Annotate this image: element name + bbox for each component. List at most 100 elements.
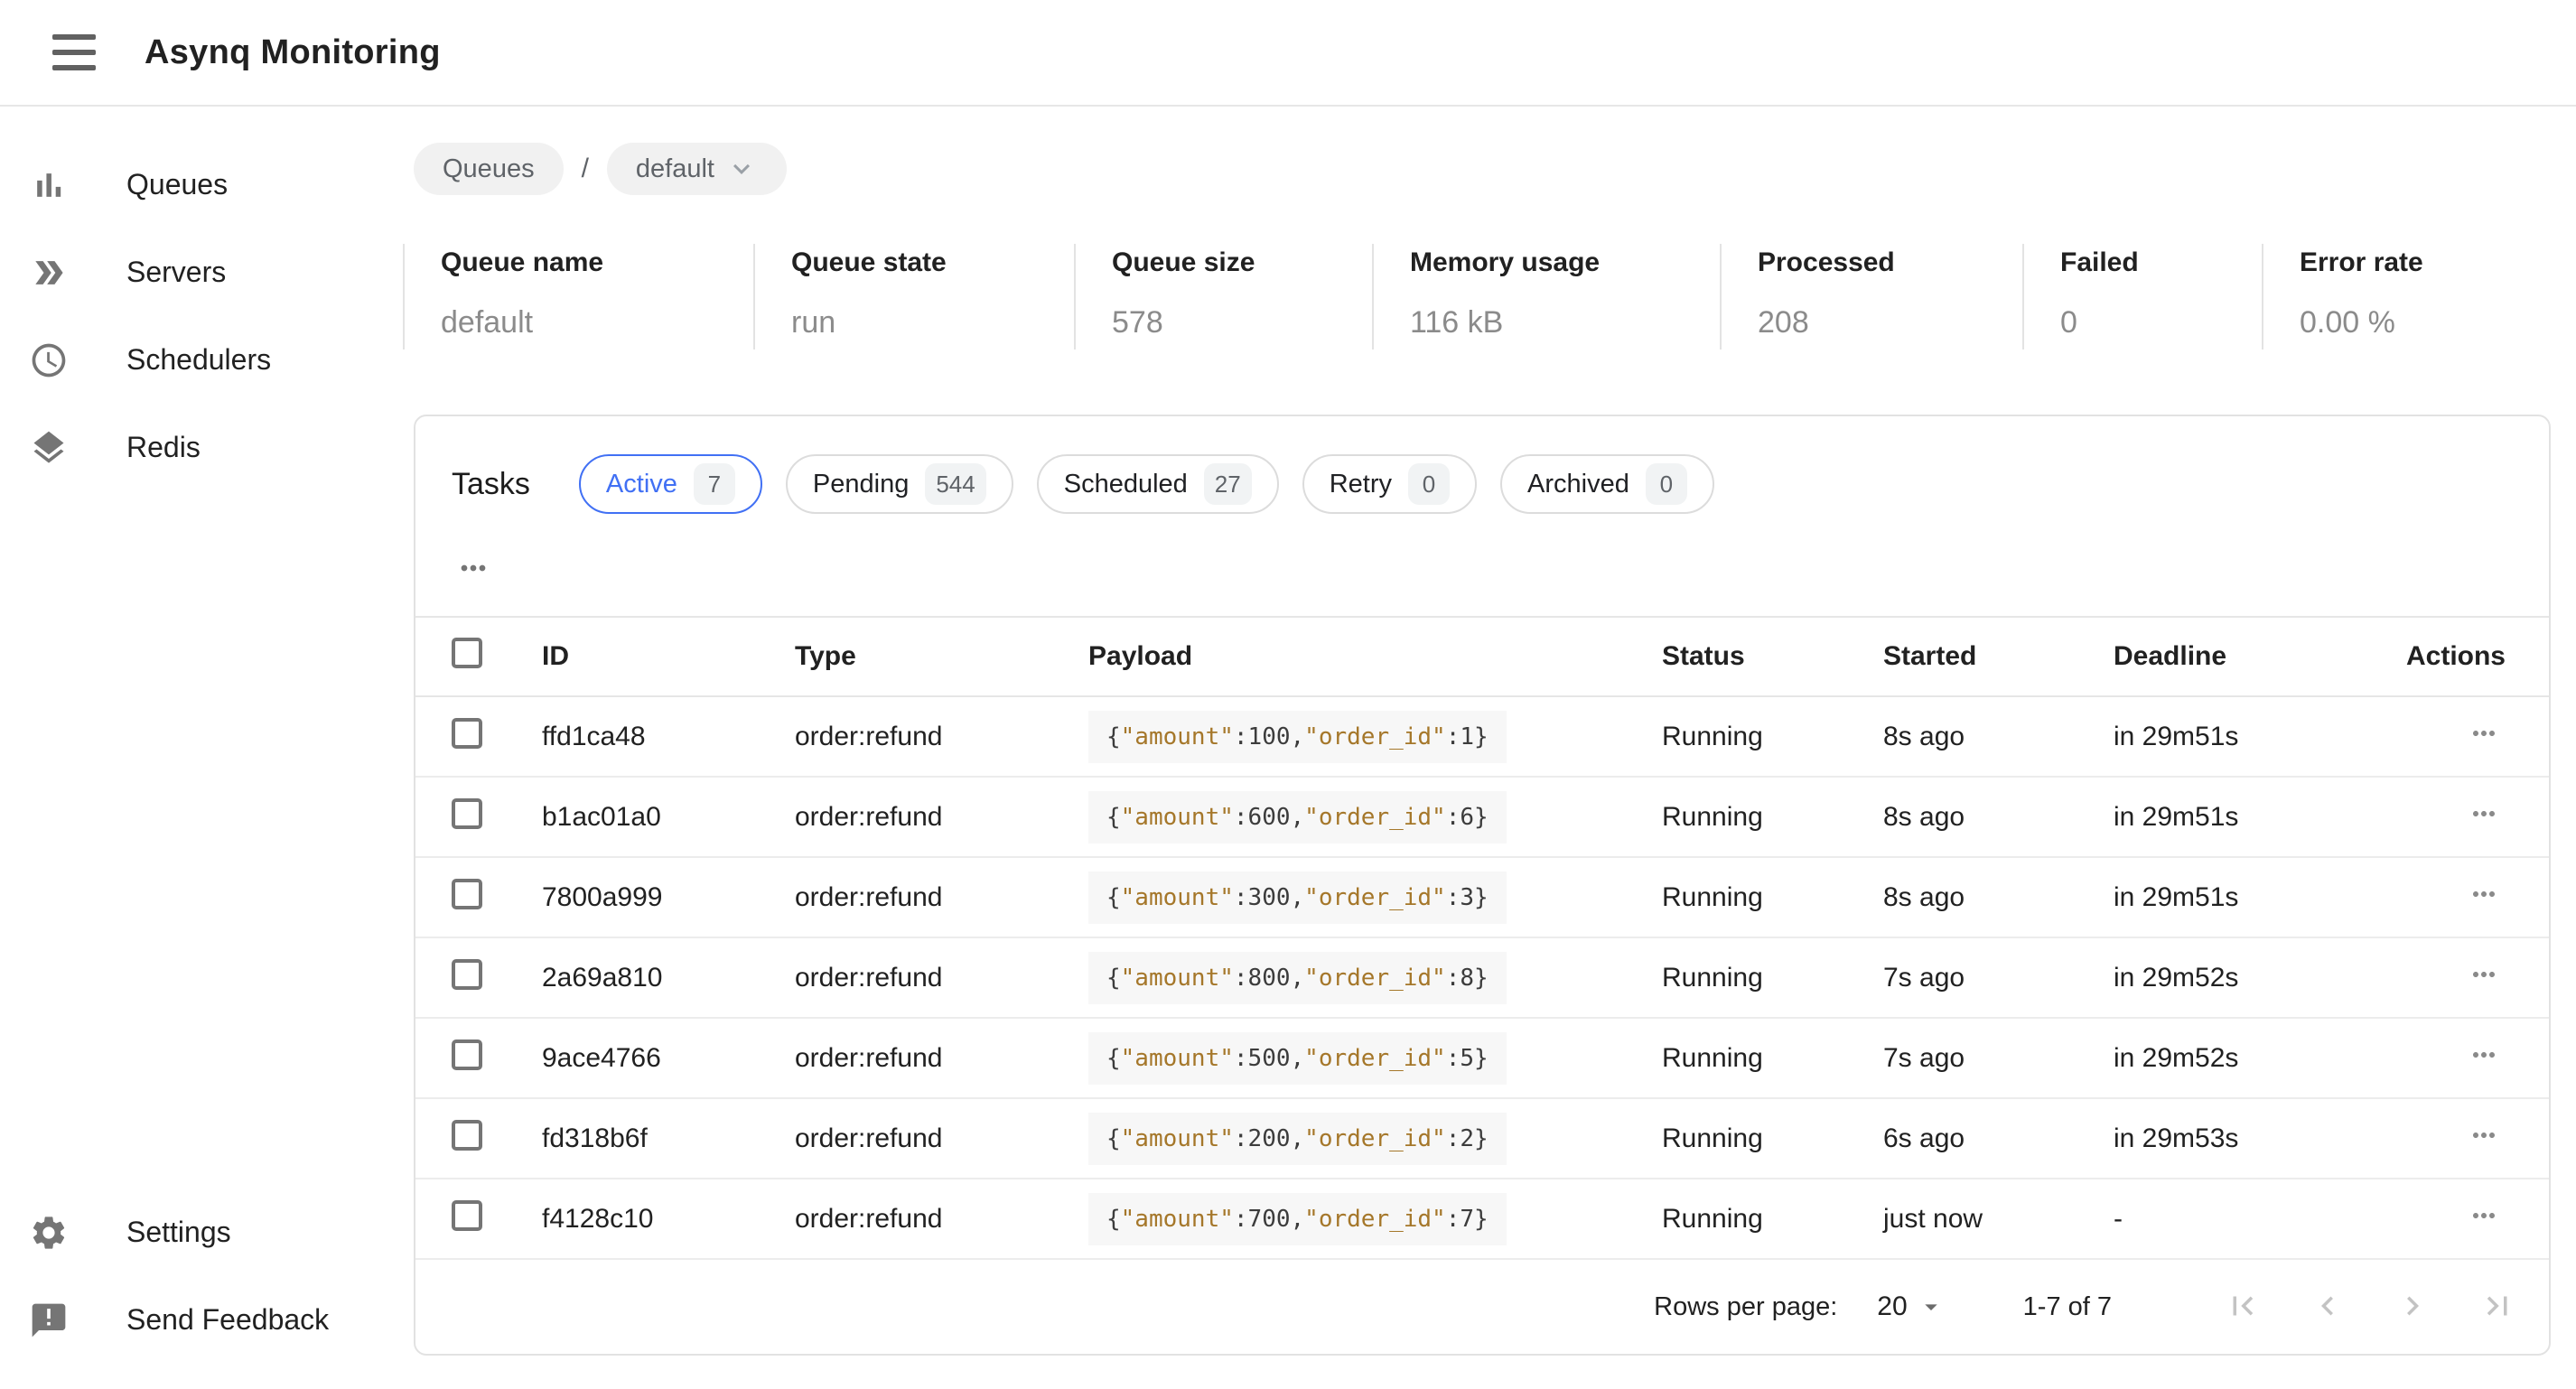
row-actions-button[interactable] (2468, 878, 2500, 910)
tab-archived[interactable]: Archived 0 (1500, 454, 1714, 514)
task-type: order:refund (795, 882, 1088, 913)
task-type: order:refund (795, 802, 1088, 833)
pagination-range: 1-7 of 7 (2023, 1292, 2112, 1322)
chevron-right-icon (2394, 1287, 2431, 1325)
breadcrumb-queue-select[interactable]: default (607, 143, 787, 195)
row-actions-button[interactable] (2468, 797, 2500, 830)
bar-chart-icon (29, 165, 69, 205)
task-payload: {"amount":200,"order_id":2} (1088, 1113, 1507, 1165)
task-id: 2a69a810 (542, 963, 795, 993)
task-status: Running (1662, 1123, 1883, 1154)
task-started: 7s ago (1883, 1043, 2114, 1074)
double-arrow-icon (29, 253, 69, 293)
task-started: 7s ago (1883, 963, 2114, 993)
tab-scheduled[interactable]: Scheduled 27 (1037, 454, 1279, 514)
sidebar-item-settings[interactable]: Settings (0, 1189, 410, 1276)
tab-count-badge: 544 (925, 463, 985, 505)
task-payload: {"amount":800,"order_id":8} (1088, 952, 1507, 1004)
task-payload: {"amount":300,"order_id":3} (1088, 872, 1507, 924)
task-status: Running (1662, 963, 1883, 993)
row-checkbox[interactable] (452, 1039, 482, 1070)
tab-retry[interactable]: Retry 0 (1302, 454, 1477, 514)
column-header-id: ID (542, 641, 795, 672)
sidebar-item-label: Queues (126, 168, 228, 201)
sidebar-spacer (0, 491, 410, 1189)
stat-value: default (441, 305, 735, 340)
task-id: fd318b6f (542, 1123, 795, 1154)
task-deadline: in 29m52s (2114, 1043, 2398, 1074)
breadcrumb-queues-chip[interactable]: Queues (414, 143, 564, 195)
sidebar-item-servers[interactable]: Servers (0, 228, 410, 316)
tab-pending[interactable]: Pending 544 (786, 454, 1013, 514)
row-checkbox[interactable] (452, 718, 482, 749)
breadcrumb: Queues / default (414, 143, 2551, 195)
sidebar-item-label: Send Feedback (126, 1303, 329, 1337)
task-deadline: - (2114, 1204, 2398, 1235)
rows-per-page-select[interactable]: 20 (1877, 1291, 1945, 1322)
row-checkbox[interactable] (452, 798, 482, 829)
tab-label: Scheduled (1064, 470, 1188, 499)
table-row: f4128c10 order:refund {"amount":700,"ord… (415, 1179, 2549, 1260)
chevron-left-icon (2309, 1287, 2347, 1325)
stat-label: Queue name (441, 247, 735, 278)
row-actions-button[interactable] (2468, 1119, 2500, 1151)
row-actions-button[interactable] (2468, 717, 2500, 750)
column-header-actions: Actions (2406, 641, 2513, 672)
bulk-actions-button[interactable] (455, 550, 491, 586)
row-actions-button[interactable] (2468, 1199, 2500, 1232)
stat-block: Error rate 0.00 % (2262, 244, 2551, 350)
task-state-tabs: Active 7 Pending 544 Scheduled 27 Retry … (579, 454, 1714, 514)
first-page-button[interactable] (2224, 1287, 2262, 1328)
tab-count-badge: 27 (1204, 463, 1252, 505)
row-checkbox[interactable] (452, 1200, 482, 1231)
task-type: order:refund (795, 722, 1088, 752)
more-horiz-icon (2468, 797, 2500, 830)
stat-block: Queue state run (753, 244, 1074, 350)
table-row: 2a69a810 order:refund {"amount":800,"ord… (415, 938, 2549, 1019)
select-all-checkbox[interactable] (452, 638, 482, 668)
stat-value: 578 (1112, 305, 1354, 340)
app-title: Asynq Monitoring (145, 33, 441, 72)
stat-value: 208 (1758, 305, 2004, 340)
sidebar-item-label: Redis (126, 431, 201, 464)
task-deadline: in 29m52s (2114, 963, 2398, 993)
stat-label: Memory usage (1410, 247, 1702, 278)
row-actions-button[interactable] (2468, 958, 2500, 991)
row-actions-button[interactable] (2468, 1039, 2500, 1071)
sidebar-item-send-feedback[interactable]: Send Feedback (0, 1276, 410, 1364)
task-deadline: in 29m51s (2114, 722, 2398, 752)
stat-label: Error rate (2300, 247, 2533, 278)
column-header-status: Status (1662, 641, 1883, 672)
sidebar-item-schedulers[interactable]: Schedulers (0, 316, 410, 404)
more-horiz-icon (455, 550, 491, 586)
sidebar-item-queues[interactable]: Queues (0, 141, 410, 228)
menu-icon[interactable] (52, 34, 96, 70)
row-checkbox[interactable] (452, 879, 482, 909)
row-checkbox[interactable] (452, 959, 482, 990)
tab-label: Retry (1330, 470, 1392, 499)
clock-icon (29, 340, 69, 380)
tab-count-badge: 7 (694, 463, 735, 505)
previous-page-button[interactable] (2309, 1287, 2347, 1328)
sidebar-item-label: Schedulers (126, 343, 271, 377)
row-checkbox[interactable] (452, 1120, 482, 1151)
task-payload: {"amount":500,"order_id":5} (1088, 1032, 1507, 1085)
next-page-button[interactable] (2394, 1287, 2431, 1328)
feedback-bubble-icon (29, 1300, 69, 1340)
breadcrumb-root-label: Queues (443, 154, 535, 184)
stat-label: Queue size (1112, 247, 1354, 278)
last-page-icon (2478, 1287, 2516, 1325)
task-status: Running (1662, 802, 1883, 833)
task-type: order:refund (795, 1204, 1088, 1235)
column-header-payload: Payload (1088, 641, 1662, 672)
stat-block: Failed 0 (2022, 244, 2262, 350)
task-type: order:refund (795, 963, 1088, 993)
breadcrumb-current-label: default (636, 154, 714, 184)
sidebar-item-label: Servers (126, 256, 226, 289)
task-started: 8s ago (1883, 802, 2114, 833)
tab-active[interactable]: Active 7 (579, 454, 762, 514)
column-header-type: Type (795, 641, 1088, 672)
last-page-button[interactable] (2478, 1287, 2516, 1328)
sidebar-item-redis[interactable]: Redis (0, 404, 410, 491)
tasks-title: Tasks (452, 467, 530, 502)
